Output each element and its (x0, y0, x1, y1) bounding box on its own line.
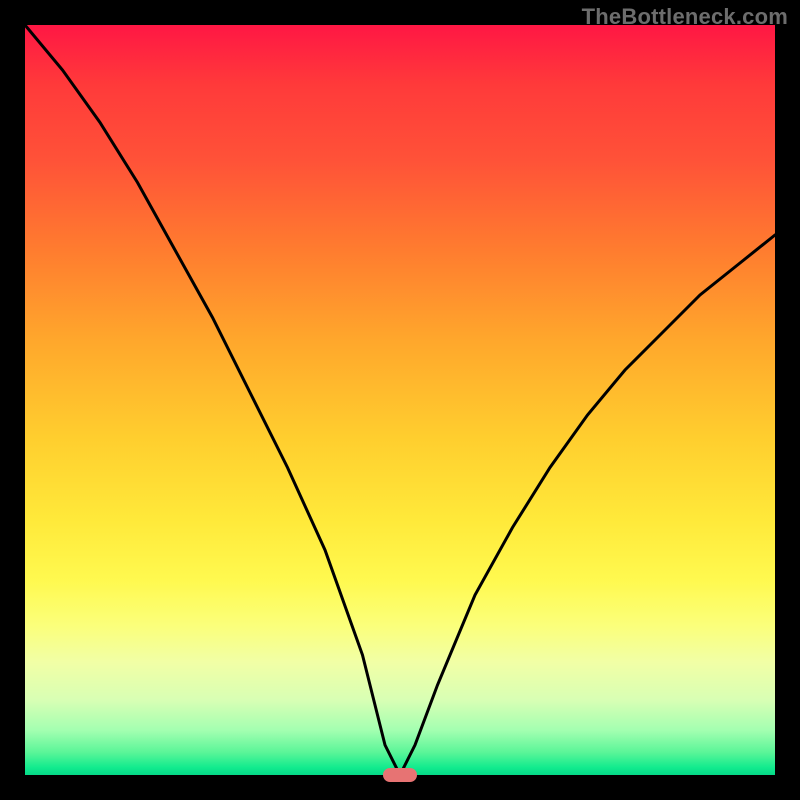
chart-container: TheBottleneck.com (0, 0, 800, 800)
watermark-text: TheBottleneck.com (582, 4, 788, 30)
bottleneck-curve (25, 25, 775, 775)
bottleneck-curve-svg (25, 25, 775, 775)
optimal-marker (383, 768, 417, 782)
